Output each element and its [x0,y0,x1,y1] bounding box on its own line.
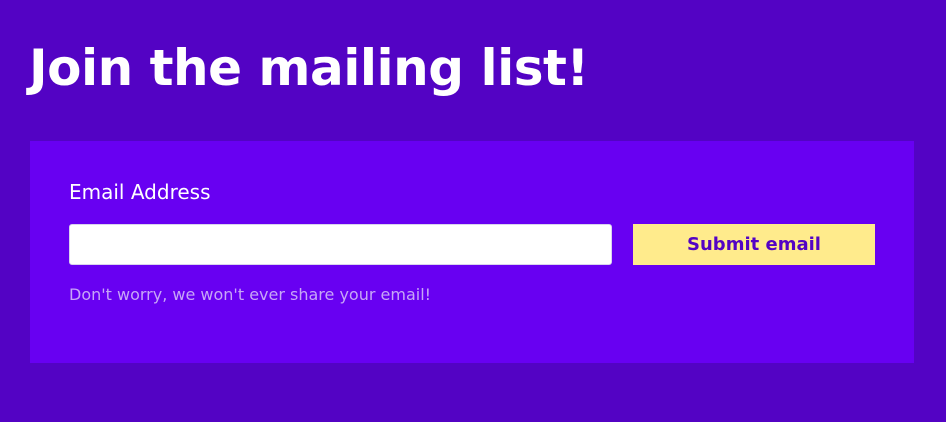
email-address-label: Email Address [69,180,211,204]
submit-email-button[interactable]: Submit email [633,224,875,265]
mailing-list-form: Email Address Submit email Don't worry, … [30,141,914,363]
privacy-help-text: Don't worry, we won't ever share your em… [69,285,432,304]
page-title: Join the mailing list! [29,39,589,97]
email-input[interactable] [69,224,612,265]
